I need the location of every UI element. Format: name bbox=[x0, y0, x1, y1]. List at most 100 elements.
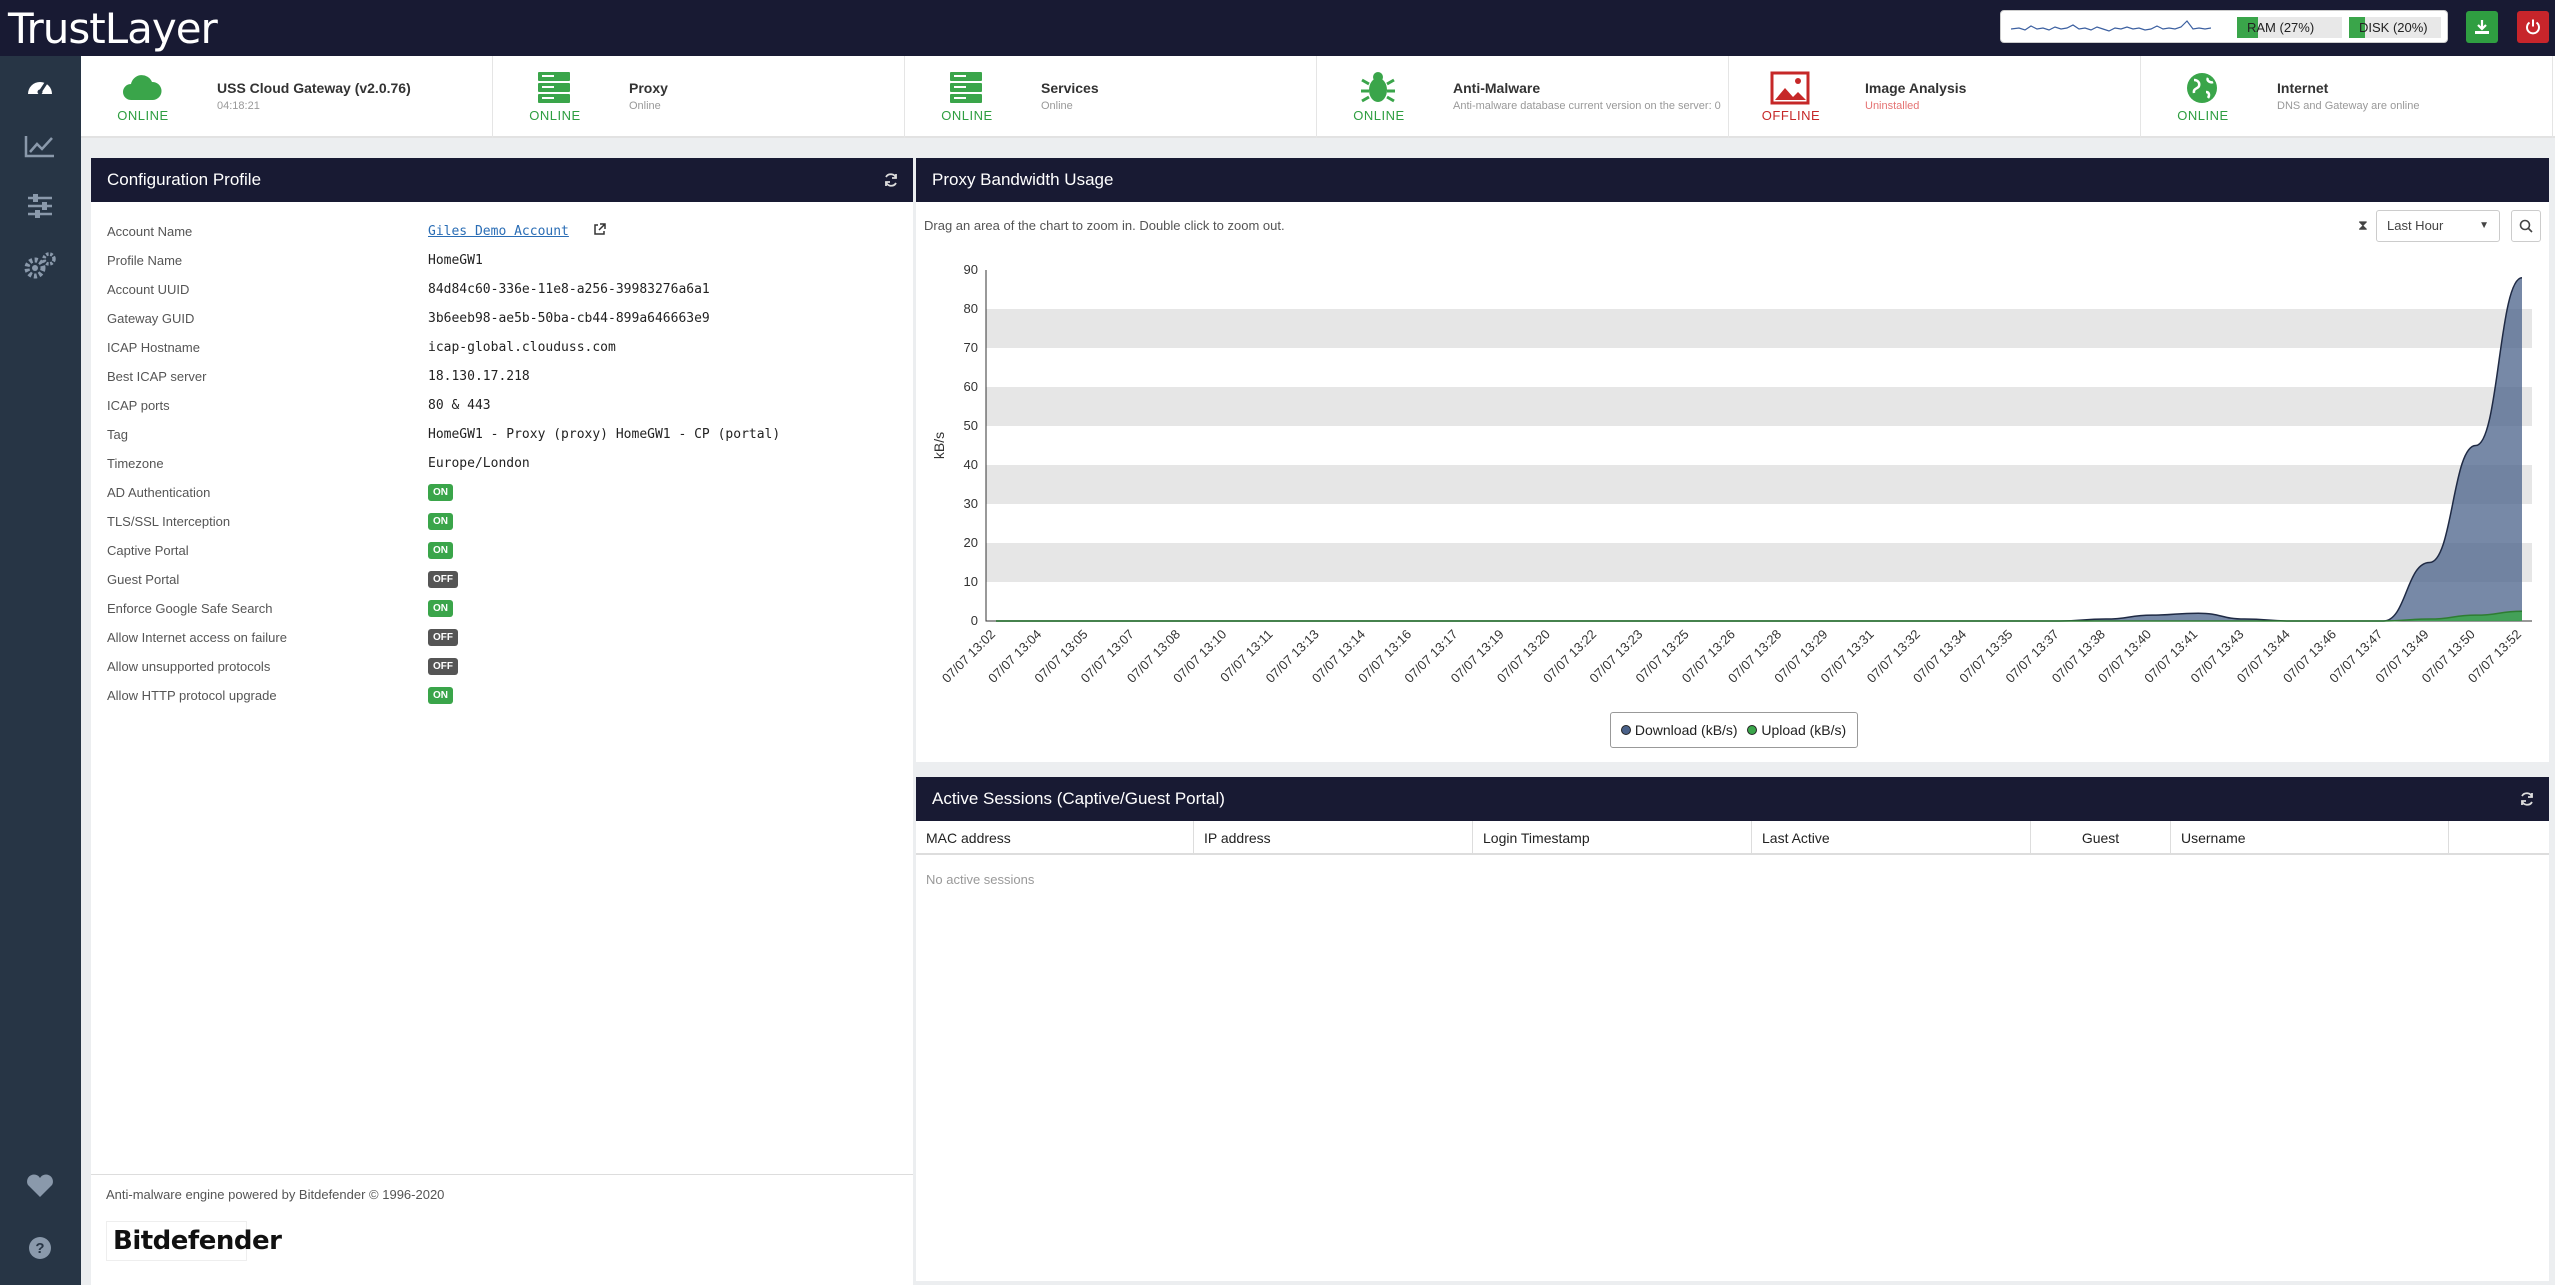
status-badge: OFF bbox=[428, 658, 458, 675]
time-range-select[interactable]: Last Hour ▼ bbox=[2376, 210, 2500, 242]
config-key: Account UUID bbox=[107, 282, 190, 297]
status-item: ONLINE USS Cloud Gateway (v2.0.76) 04:18:2… bbox=[81, 56, 493, 138]
refresh-icon bbox=[2521, 792, 2533, 806]
chart-legend: Download (kB/s) Upload (kB/s) bbox=[1610, 712, 1858, 748]
config-value: Europe/London bbox=[428, 456, 530, 471]
top-bar: TrustLayer RAM (27%) DISK (20%) bbox=[0, 0, 2555, 56]
config-key: TLS/SSL Interception bbox=[107, 514, 231, 529]
column-header[interactable]: IP address bbox=[1194, 821, 1473, 855]
y-axis-label: kB/s bbox=[931, 432, 947, 459]
config-key: Captive Portal bbox=[107, 543, 189, 558]
sessions-panel: Active Sessions (Captive/Guest Portal) M… bbox=[916, 777, 2549, 1281]
grid-band bbox=[986, 387, 2532, 426]
config-key: Allow HTTP protocol upgrade bbox=[107, 688, 277, 703]
account-link[interactable]: Giles Demo Account bbox=[428, 224, 569, 239]
grid-band bbox=[986, 504, 2532, 543]
status-name: USS Cloud Gateway (v2.0.76) bbox=[217, 80, 411, 96]
column-header[interactable]: Last Active bbox=[1752, 821, 2031, 855]
download-button[interactable] bbox=[2466, 11, 2498, 43]
grid-band bbox=[986, 426, 2532, 465]
sessions-empty-message: No active sessions bbox=[926, 872, 1035, 887]
zoom-hint: Drag an area of the chart to zoom in. Do… bbox=[924, 218, 1285, 233]
svg-text:?: ? bbox=[35, 1240, 44, 1257]
config-value: 84d84c60-336e-11e8-a256-39983276a6a1 bbox=[428, 282, 710, 297]
config-row: Best ICAP server 18.130.17.218 bbox=[107, 363, 887, 392]
column-header[interactable]: Guest bbox=[2031, 821, 2171, 855]
sliders-icon bbox=[28, 194, 52, 218]
status-state: ONLINE bbox=[1353, 108, 1405, 123]
config-key: ICAP Hostname bbox=[107, 340, 200, 355]
grid-band bbox=[986, 270, 2532, 309]
config-row: Gateway GUID 3b6eeb98-ae5b-50ba-cb44-899a… bbox=[107, 305, 887, 334]
sidebar: ? bbox=[0, 56, 81, 1285]
config-toggle-row: Enforce Google Safe Search ON bbox=[107, 595, 887, 624]
server-icon bbox=[533, 70, 575, 106]
status-name: Internet bbox=[2277, 80, 2329, 96]
config-key: Allow unsupported protocols bbox=[107, 659, 271, 674]
y-tick-label: 0 bbox=[971, 613, 978, 628]
settings-nav[interactable] bbox=[20, 248, 60, 284]
grid-band bbox=[986, 348, 2532, 387]
sessions-table-header: MAC address IP address Login Timestamp Last… bbox=[916, 821, 2549, 855]
favorite-nav[interactable] bbox=[20, 1168, 60, 1204]
dashboard-nav[interactable] bbox=[20, 68, 60, 104]
search-icon bbox=[2519, 219, 2533, 233]
y-tick-label: 30 bbox=[964, 496, 978, 511]
config-toggle-row: AD Authentication ON bbox=[107, 479, 887, 508]
bandwidth-chart[interactable]: 0102030405060708090kB/s07/07 13:0207/07 … bbox=[916, 248, 2549, 768]
dashboard-icon bbox=[28, 82, 52, 95]
heart-icon bbox=[27, 1174, 53, 1197]
download-icon bbox=[2475, 20, 2489, 34]
config-toggle-row: Captive Portal ON bbox=[107, 537, 887, 566]
status-item: ONLINE Services Online bbox=[905, 56, 1317, 138]
config-toggle-row: Allow HTTP protocol upgrade ON bbox=[107, 682, 887, 711]
cloud-icon bbox=[121, 70, 163, 106]
config-row: Profile Name HomeGW1 bbox=[107, 247, 887, 276]
column-header[interactable]: MAC address bbox=[916, 821, 1194, 855]
config-footer-divider bbox=[91, 1174, 913, 1175]
power-button[interactable] bbox=[2517, 11, 2549, 43]
config-panel: Configuration Profile Account Name Giles … bbox=[91, 158, 913, 1285]
column-header[interactable]: Login Timestamp bbox=[1473, 821, 1752, 855]
status-item: OFFLINE Image Analysis Uninstalled bbox=[1729, 56, 2141, 138]
grid-band bbox=[986, 582, 2532, 621]
sessions-refresh-button[interactable] bbox=[2519, 777, 2535, 823]
bitdefender-credit: Anti-malware engine powered by Bitdefend… bbox=[106, 1187, 445, 1202]
config-value: 80 & 443 bbox=[428, 398, 491, 413]
cpu-sparkline bbox=[2011, 20, 2211, 32]
column-header[interactable]: Username bbox=[2171, 821, 2449, 855]
y-tick-label: 50 bbox=[964, 418, 978, 433]
bug-icon bbox=[1357, 70, 1399, 106]
legend-download[interactable]: Download (kB/s) bbox=[1621, 722, 1738, 738]
status-badge: ON bbox=[428, 687, 453, 704]
image-icon bbox=[1769, 70, 1811, 106]
status-detail: Uninstalled bbox=[1865, 100, 1920, 112]
status-badge: OFF bbox=[428, 571, 458, 588]
chart-line-icon bbox=[24, 136, 54, 158]
config-key: Allow Internet access on failure bbox=[107, 630, 287, 645]
disk-label: DISK (20%) bbox=[2359, 20, 2428, 35]
help-icon: ? bbox=[29, 1237, 51, 1259]
status-item: ONLINE Internet DNS and Gateway are online bbox=[2141, 56, 2553, 138]
config-toggle-row: Allow unsupported protocols OFF bbox=[107, 653, 887, 682]
help-nav[interactable]: ? bbox=[20, 1230, 60, 1266]
status-detail: Online bbox=[1041, 100, 1073, 112]
config-key: Guest Portal bbox=[107, 572, 180, 587]
config-toggle-row: Guest Portal OFF bbox=[107, 566, 887, 595]
external-link-icon[interactable] bbox=[593, 223, 606, 241]
statistics-nav[interactable] bbox=[20, 128, 60, 164]
filters-nav[interactable] bbox=[20, 188, 60, 224]
sessions-header: Active Sessions (Captive/Guest Portal) bbox=[916, 777, 2549, 821]
ram-label: RAM (27%) bbox=[2247, 20, 2315, 35]
y-tick-label: 70 bbox=[964, 340, 978, 355]
status-state: OFFLINE bbox=[1761, 108, 1821, 123]
config-refresh-button[interactable] bbox=[883, 158, 899, 204]
legend-upload[interactable]: Upload (kB/s) bbox=[1741, 722, 1846, 738]
grid-band bbox=[986, 543, 2532, 582]
gears-icon bbox=[24, 252, 56, 279]
status-state: ONLINE bbox=[529, 108, 581, 123]
search-button[interactable] bbox=[2511, 210, 2541, 242]
config-value: icap-global.clouduss.com bbox=[428, 340, 616, 355]
config-key: Timezone bbox=[107, 456, 164, 471]
status-item: ONLINE Proxy Online bbox=[493, 56, 905, 138]
